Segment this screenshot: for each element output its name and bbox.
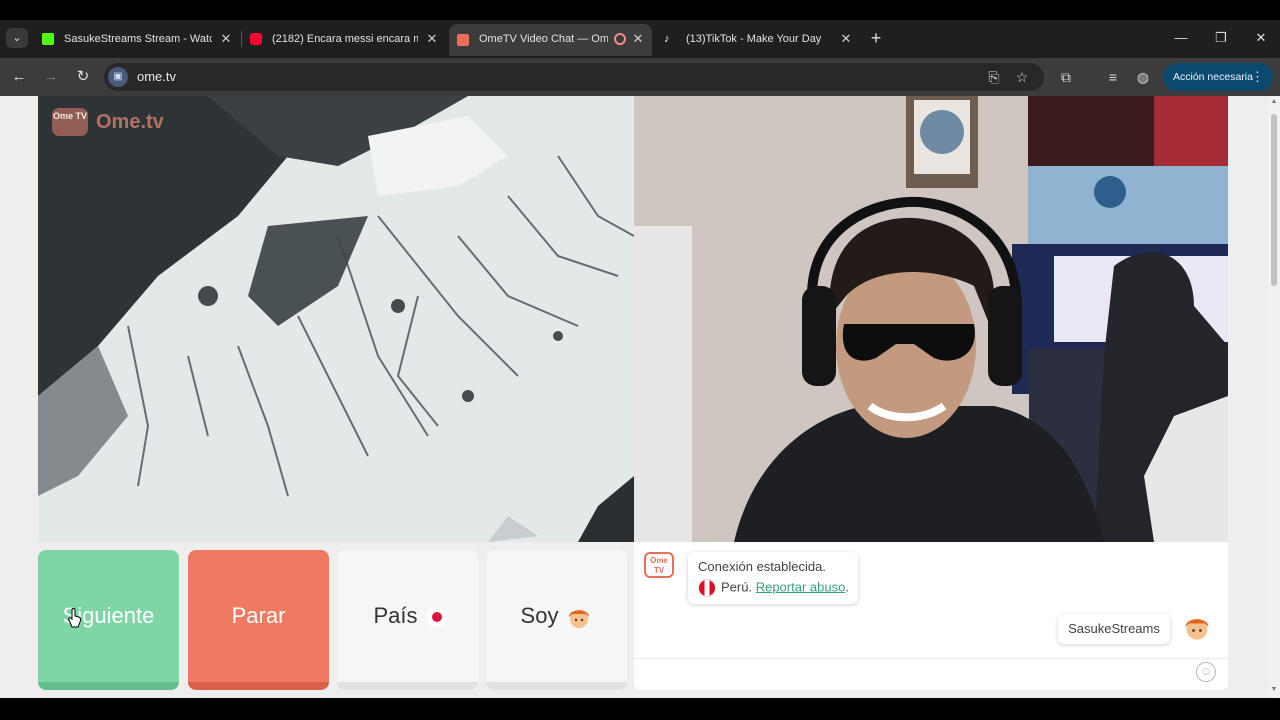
- new-tab-plus-icon[interactable]: +: [866, 27, 886, 49]
- tab-title: OmeTV Video Chat — OmeTV: [479, 33, 608, 45]
- close-tab-icon[interactable]: ✕: [630, 24, 646, 54]
- gender-select-button[interactable]: Soy: [486, 550, 627, 690]
- close-tab-icon[interactable]: ✕: [218, 26, 234, 52]
- webcam-frame: [634, 96, 1228, 542]
- tab-title: (2182) Encara messi encara messi: [272, 33, 418, 45]
- browser-toolbar: ← → ↻ ▣ ome.tv ⎘ ☆ ⧉ ≡ ◍ Acción necesari…: [0, 58, 1280, 96]
- gender-button-label: Soy: [520, 603, 559, 628]
- restore-window-icon[interactable]: ❐: [1206, 27, 1236, 49]
- report-abuse-link[interactable]: Reportar abuso: [756, 579, 846, 594]
- profile-icon[interactable]: ◍: [1133, 67, 1153, 87]
- country-button-label: País: [373, 603, 418, 628]
- emoji-smiley-icon[interactable]: ☺: [1196, 662, 1216, 682]
- extensions-puzzle-icon[interactable]: ⧉: [1056, 67, 1076, 87]
- action-needed-button[interactable]: Acción necesaria ⋮: [1163, 63, 1273, 91]
- own-avatar-icon: [1185, 618, 1209, 640]
- minimize-window-icon[interactable]: —: [1166, 27, 1196, 49]
- report-suffix: .: [845, 579, 849, 595]
- stranger-country-name: Perú.: [721, 579, 753, 595]
- ometv-favicon-icon: [457, 34, 469, 46]
- scroll-down-arrow-icon[interactable]: ▼: [1270, 686, 1278, 693]
- chat-panel: Ome TV Conexión establecida. Perú. Repor…: [634, 542, 1228, 690]
- stranger-video: Ome TV Ome.tv: [38, 96, 634, 542]
- tab-title: (13)TikTok - Make Your Day: [686, 33, 822, 45]
- mouse-cursor-icon: [68, 608, 82, 628]
- back-arrow-icon[interactable]: ←: [8, 66, 30, 88]
- media-control-icon[interactable]: ≡: [1103, 67, 1123, 87]
- tab-sasukestreams[interactable]: SasukeStreams Stream - Watch ✕: [34, 26, 240, 52]
- next-button[interactable]: Siguiente: [38, 550, 179, 690]
- scrollbar-thumb[interactable]: [1271, 114, 1277, 286]
- top-letterbox: [0, 0, 1280, 20]
- stop-button-label: Parar: [231, 603, 286, 628]
- ometv-logo-badge: Ome TV: [52, 108, 88, 136]
- tab-youtube[interactable]: (2182) Encara messi encara messi ✕: [242, 26, 446, 52]
- bookmark-star-icon[interactable]: ☆: [1012, 67, 1032, 87]
- tiktok-favicon-icon: ♪: [664, 33, 670, 45]
- own-username: SasukeStreams: [1068, 621, 1160, 636]
- scroll-up-arrow-icon[interactable]: ▲: [1270, 98, 1278, 105]
- browser-tab-strip: ⌄ SasukeStreams Stream - Watch ✕ (2182) …: [0, 0, 1280, 58]
- install-app-icon[interactable]: ⎘: [984, 67, 1004, 87]
- system-message-bubble: Conexión establecida. Perú. Reportar abu…: [688, 552, 858, 604]
- kick-favicon-icon: [42, 33, 54, 45]
- stop-button[interactable]: Parar: [188, 550, 329, 690]
- camera-site-info-icon[interactable]: ▣: [108, 67, 128, 87]
- close-tab-icon[interactable]: ✕: [424, 26, 440, 52]
- country-flag-dot-icon: [431, 612, 442, 623]
- reload-icon[interactable]: ↻: [72, 66, 94, 88]
- action-needed-label: Acción necesaria: [1173, 71, 1253, 83]
- page-scrollbar[interactable]: ▲ ▼: [1268, 96, 1280, 698]
- peru-flag-icon: [698, 579, 716, 597]
- tab-ometv[interactable]: OmeTV Video Chat — OmeTV ✕: [449, 24, 652, 56]
- menu-kebab-icon[interactable]: ⋮: [1251, 63, 1264, 91]
- stranger-video-frame: [38, 96, 634, 542]
- tab-title: SasukeStreams Stream - Watch: [64, 33, 212, 45]
- ometv-page: Ome TV Ome.tv Siguiente Parar País Soy O…: [0, 96, 1268, 698]
- stranger-country-line: Perú. Reportar abuso.: [698, 579, 849, 597]
- close-tab-icon[interactable]: ✕: [838, 26, 854, 52]
- close-window-icon[interactable]: ✕: [1246, 27, 1276, 49]
- address-url[interactable]: ome.tv: [137, 63, 176, 91]
- country-filter-button[interactable]: País: [337, 550, 478, 690]
- forward-arrow-icon[interactable]: →: [40, 66, 62, 88]
- own-webcam-video: [634, 96, 1228, 542]
- connection-status-text: Conexión establecida.: [698, 559, 826, 574]
- own-username-bubble: SasukeStreams: [1058, 614, 1170, 644]
- boy-avatar-icon: [569, 610, 590, 629]
- chat-input-field[interactable]: [634, 658, 1228, 659]
- tab-search-chevron-icon[interactable]: ⌄: [6, 28, 28, 48]
- ometv-logo-text: Ome.tv: [96, 111, 164, 133]
- recording-indicator-icon: [614, 33, 626, 45]
- youtube-favicon-icon: [250, 33, 262, 45]
- ometv-system-icon: Ome TV: [644, 552, 674, 578]
- tab-tiktok[interactable]: ♪ (13)TikTok - Make Your Day ✕: [656, 26, 860, 52]
- address-bar[interactable]: ▣ ome.tv: [104, 63, 1044, 91]
- bottom-letterbox: [0, 698, 1280, 720]
